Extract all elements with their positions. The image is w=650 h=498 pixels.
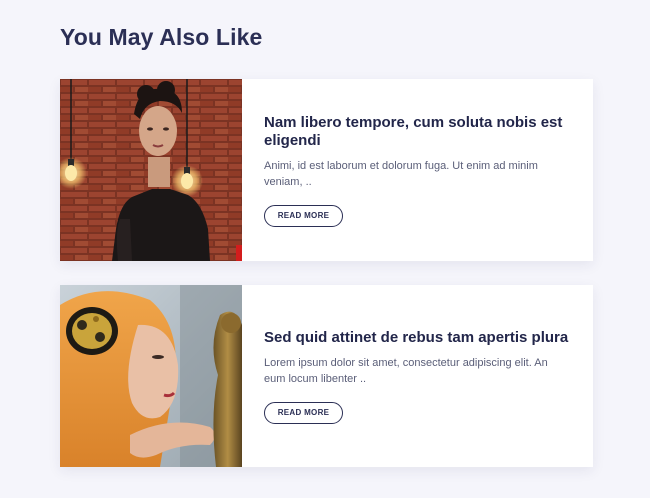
post-card-body: Sed quid attinet de rebus tam apertis pl… bbox=[242, 285, 593, 467]
post-card: Sed quid attinet de rebus tam apertis pl… bbox=[60, 285, 593, 467]
post-excerpt: Animi, id est laborum et dolorum fuga. U… bbox=[264, 159, 538, 188]
post-title[interactable]: Sed quid attinet de rebus tam apertis pl… bbox=[264, 329, 571, 347]
post-title[interactable]: Nam libero tempore, cum soluta nobis est… bbox=[264, 114, 571, 150]
post-card: Nam libero tempore, cum soluta nobis est… bbox=[60, 79, 593, 261]
read-more-button[interactable]: READ MORE bbox=[264, 401, 343, 424]
section-title: You May Also Like bbox=[60, 24, 263, 50]
related-posts-section: You May Also Like Nam libero tempore, cu… bbox=[0, 0, 650, 498]
post-thumbnail-image[interactable] bbox=[60, 285, 242, 467]
post-thumbnail-image[interactable] bbox=[60, 79, 242, 261]
post-excerpt: Lorem ipsum dolor sit amet, consectetur … bbox=[264, 356, 548, 385]
read-more-button[interactable]: READ MORE bbox=[264, 204, 343, 227]
post-card-body: Nam libero tempore, cum soluta nobis est… bbox=[242, 79, 593, 261]
